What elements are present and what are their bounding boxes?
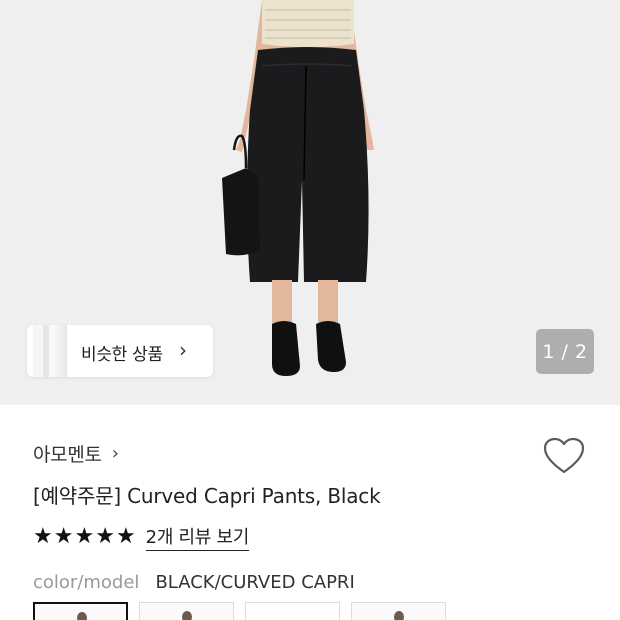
similar-products-label: 비슷한 상품 (81, 345, 163, 365)
star-filled-icon: ★ (95, 524, 115, 549)
star-filled-icon: ★ (33, 524, 53, 549)
view-reviews-link[interactable]: 2개 리뷰 보기 (145, 523, 249, 551)
rating-row: ★ ★ ★ ★ ★ 2개 리뷰 보기 (33, 523, 249, 551)
brand-name: 아모멘토 (33, 444, 102, 466)
variant-thumbnail-4[interactable] (351, 602, 446, 620)
rating-stars: ★ ★ ★ ★ ★ (33, 525, 136, 549)
image-pager-indicator: 1 / 2 (536, 329, 594, 374)
star-filled-icon: ★ (74, 524, 95, 549)
similar-product-thumbnail (33, 325, 67, 377)
product-title: [예약주문] Curved Capri Pants, Black (33, 484, 381, 508)
spec-row: color/model BLACK/CURVED CAPRI (33, 572, 355, 593)
brand-link[interactable]: 아모멘토 › (33, 440, 119, 467)
variant-thumbnail-2[interactable] (139, 602, 234, 620)
chevron-right-icon: › (179, 338, 187, 362)
star-filled-icon: ★ (115, 524, 136, 549)
variant-thumbnail-1[interactable] (33, 602, 128, 620)
spec-key: color/model (33, 572, 140, 593)
similar-products-button[interactable]: 비슷한 상품 › (27, 325, 213, 377)
product-image-gallery[interactable]: 비슷한 상품 › 1 / 2 (0, 0, 620, 405)
chevron-right-icon: › (111, 443, 119, 464)
star-filled-icon: ★ (53, 524, 74, 549)
spec-value: BLACK/CURVED CAPRI (155, 572, 355, 593)
variant-thumbnails (33, 602, 446, 620)
variant-thumbnail-3[interactable] (245, 602, 340, 620)
wishlist-heart-icon[interactable] (542, 436, 586, 476)
